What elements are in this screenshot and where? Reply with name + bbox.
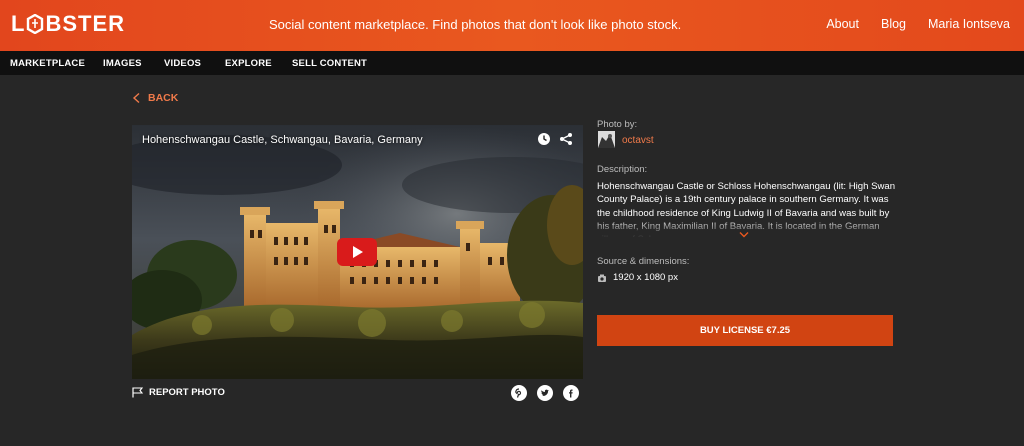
author-avatar-image <box>598 131 615 148</box>
social-share <box>511 385 579 401</box>
camera-icon <box>598 274 606 282</box>
chevron-left-icon <box>132 92 140 104</box>
facebook-icon[interactable] <box>563 385 579 401</box>
author-link[interactable]: octavst <box>622 135 654 146</box>
dimensions: 1920 x 1080 px <box>597 272 678 283</box>
report-photo-button[interactable]: REPORT PHOTO <box>132 387 225 398</box>
buy-license-button[interactable]: BUY LICENSE €7.25 <box>597 315 893 346</box>
top-header: L BSTER Social content marketplace. Find… <box>0 0 1024 51</box>
report-label: REPORT PHOTO <box>149 387 225 398</box>
flag-icon <box>132 387 144 398</box>
top-links: About Blog Maria Iontseva <box>804 17 1010 31</box>
lobster-claw-icon <box>27 14 44 34</box>
dimensions-value: 1920 x 1080 px <box>613 272 678 283</box>
about-link[interactable]: About <box>826 17 859 31</box>
nav-videos[interactable]: VIDEOS <box>164 58 201 69</box>
twitter-icon[interactable] <box>537 385 553 401</box>
source-label: Source & dimensions: <box>597 256 690 267</box>
description-label: Description: <box>597 164 648 175</box>
logo[interactable]: L BSTER <box>11 11 125 37</box>
user-menu[interactable]: Maria Iontseva <box>928 17 1010 31</box>
blog-link[interactable]: Blog <box>881 17 906 31</box>
avatar[interactable] <box>598 131 615 148</box>
nav-sell-content[interactable]: SELL CONTENT <box>292 58 367 69</box>
logo-text: BSTER <box>45 11 126 36</box>
chevron-down-icon[interactable] <box>739 231 749 239</box>
clock-icon[interactable] <box>537 132 551 146</box>
logo-letter: L <box>11 11 26 36</box>
video-player[interactable]: Hohenschwangau Castle, Schwangau, Bavari… <box>132 125 583 379</box>
tagline: Social content marketplace. Find photos … <box>269 17 682 32</box>
main-nav: MARKETPLACE IMAGES VIDEOS EXPLORE SELL C… <box>0 51 1024 75</box>
video-controls <box>537 132 573 146</box>
play-icon[interactable] <box>337 238 377 266</box>
nav-images[interactable]: IMAGES <box>103 58 142 69</box>
back-link[interactable]: BACK <box>131 92 178 104</box>
nav-explore[interactable]: EXPLORE <box>225 58 272 69</box>
share-icon[interactable] <box>559 132 573 146</box>
pinterest-icon[interactable] <box>511 385 527 401</box>
video-title: Hohenschwangau Castle, Schwangau, Bavari… <box>142 134 423 146</box>
nav-marketplace[interactable]: MARKETPLACE <box>10 58 85 69</box>
back-label: BACK <box>148 92 179 104</box>
photo-by-label: Photo by: <box>597 119 638 130</box>
